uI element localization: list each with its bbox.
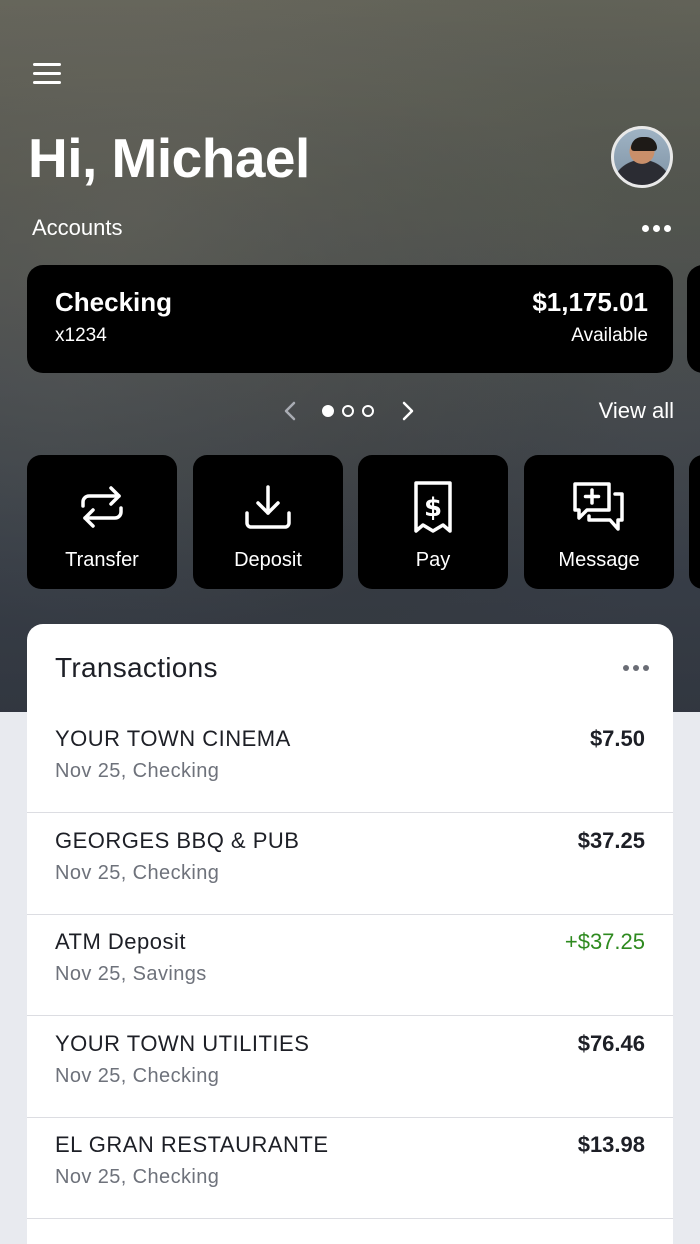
transaction-details: Nov 25, Checking [55,1065,220,1087]
account-pager [280,398,418,424]
page-indicator [322,405,374,417]
account-name: Checking [55,287,173,317]
transaction-amount: +$37.25 [564,929,645,954]
transaction-details: Nov 25, Savings [55,963,207,985]
svg-text:$: $ [424,493,442,523]
transactions-more-icon[interactable] [623,665,649,671]
transfer-label: Transfer [65,549,139,571]
transaction-name: ATM Deposit [55,929,187,954]
greeting-title: Hi, Michael [28,127,310,189]
transaction-details: Nov 25, Checking [55,862,220,884]
accounts-more-icon[interactable] [642,225,671,232]
account-balance-label: Available [571,325,648,346]
deposit-button[interactable]: Deposit [193,455,343,589]
next-account-card[interactable] [687,265,700,373]
transfer-icon [79,481,125,533]
transaction-details: Nov 25, Checking [55,760,220,782]
avatar[interactable] [611,126,673,188]
transaction-row[interactable]: GEORGES BBQ & PUB Nov 25, Checking $37.2… [27,814,673,915]
transaction-details: Nov 25, Checking [55,1166,220,1188]
transaction-amount: $7.50 [589,726,645,751]
transaction-name: YOUR TOWN UTILITIES [55,1031,310,1056]
transactions-title: Transactions [55,652,218,683]
transaction-row[interactable]: YOUR TOWN UTILITIES Nov 25, Checking $76… [27,1017,673,1118]
deposit-icon [243,481,293,533]
pay-icon: $ [413,481,453,533]
message-label: Message [558,549,640,571]
transaction-amount: $13.98 [577,1132,645,1157]
transactions-card: Transactions YOUR TOWN CINEMA Nov 25, Ch… [27,624,673,1244]
transaction-name: EL GRAN RESTAURANTE [55,1132,329,1157]
transaction-amount: $37.25 [577,828,645,853]
page-dot[interactable] [362,405,374,417]
account-card-checking[interactable]: Checking x1234 $1,175.01 Available [27,265,673,373]
hamburger-menu-icon[interactable] [33,63,63,87]
accounts-label: Accounts [32,215,123,240]
page-dot[interactable] [342,405,354,417]
message-button[interactable]: Message [524,455,674,589]
page-dot[interactable] [322,405,334,417]
view-all-link[interactable]: View all [599,398,674,424]
chevron-left-icon[interactable] [280,398,300,424]
transaction-amount: $76.46 [577,1031,645,1056]
transaction-row[interactable]: ATM Deposit Nov 25, Savings +$37.25 [27,915,673,1016]
transaction-name: YOUR TOWN CINEMA [55,726,291,751]
pay-button[interactable]: $ Pay [358,455,508,589]
more-actions-peek[interactable] [689,455,700,589]
transaction-row[interactable]: YOUR TOWN CINEMA Nov 25, Checking $7.50 [27,712,673,813]
transaction-row[interactable]: EL GRAN RESTAURANTE Nov 25, Checking $13… [27,1118,673,1219]
transfer-button[interactable]: Transfer [27,455,177,589]
message-icon [572,481,626,533]
pay-label: Pay [415,549,451,571]
chevron-right-icon[interactable] [398,398,418,424]
account-number: x1234 [55,325,107,346]
account-balance: $1,175.01 [532,287,648,317]
transaction-name: GEORGES BBQ & PUB [55,828,300,853]
deposit-label: Deposit [234,549,302,571]
